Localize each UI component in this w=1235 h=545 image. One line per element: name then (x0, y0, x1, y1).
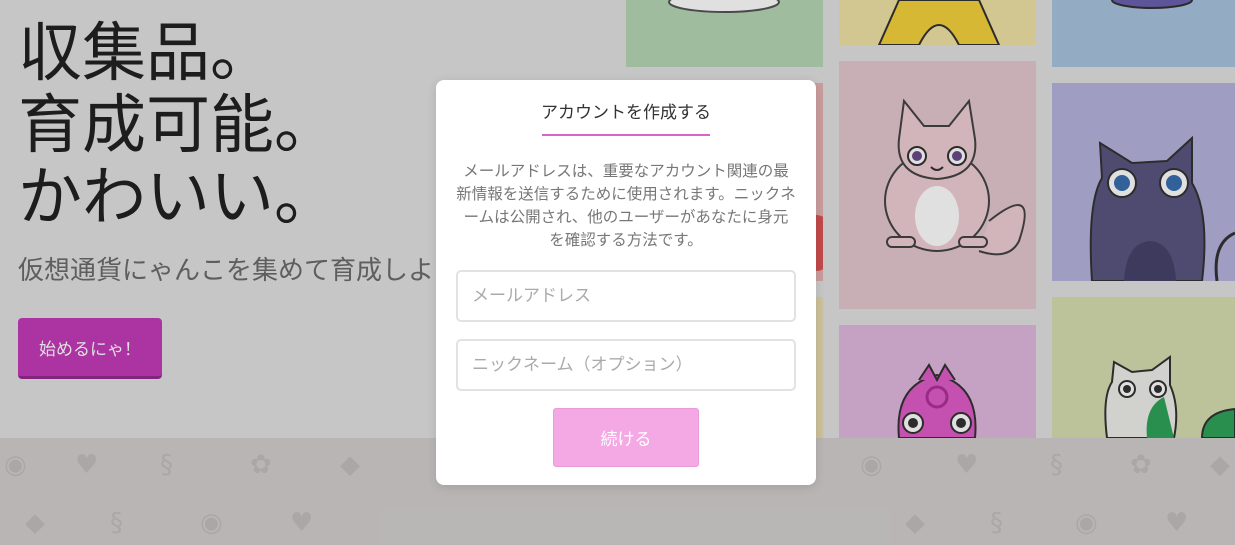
continue-button[interactable]: 続ける (553, 408, 699, 467)
title-underline (542, 134, 710, 136)
create-account-modal: アカウントを作成する メールアドレスは、重要なアカウント関連の最新情報を送信する… (436, 80, 816, 485)
email-field[interactable] (456, 270, 796, 322)
modal-title: アカウントを作成する (541, 103, 711, 123)
modal-description: メールアドレスは、重要なアカウント関連の最新情報を送信するために使用されます。ニ… (456, 162, 796, 249)
nickname-field[interactable] (456, 339, 796, 391)
